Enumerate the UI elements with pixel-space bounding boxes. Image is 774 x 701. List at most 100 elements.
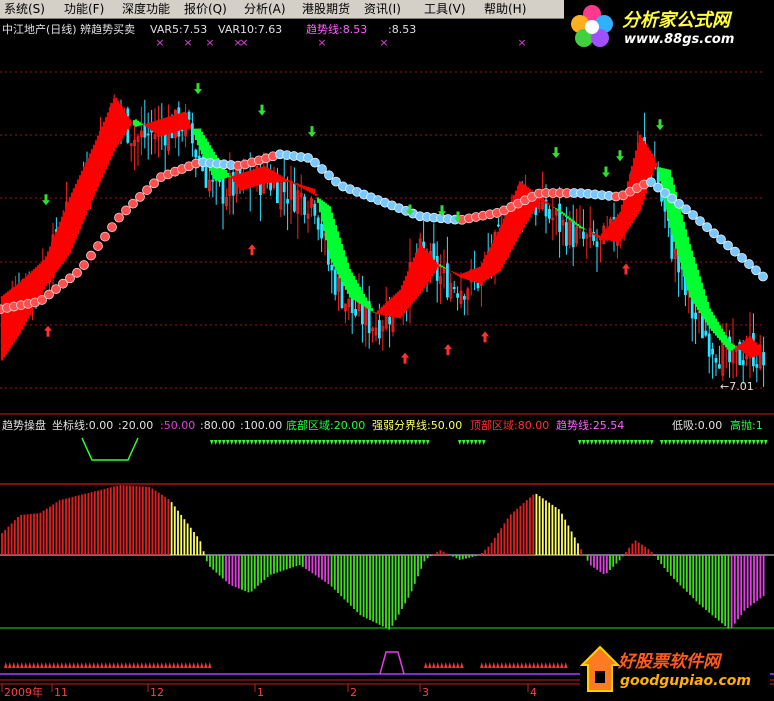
candle-body xyxy=(456,293,460,298)
trend-ball xyxy=(149,178,159,189)
top-mark: × xyxy=(155,36,164,49)
candle-body xyxy=(558,203,561,232)
candle-body xyxy=(714,358,718,363)
buy-signal-icon xyxy=(552,662,556,668)
candle-body xyxy=(146,133,150,136)
trend-ball xyxy=(114,212,124,223)
sell-signal-icon xyxy=(688,440,692,445)
trend-ball xyxy=(317,164,327,174)
trend-ball xyxy=(107,222,117,233)
sell-signal-icon xyxy=(622,440,626,445)
buy-signal-icon xyxy=(12,662,16,668)
buy-signal-icon xyxy=(132,662,136,668)
sell-signal-icon xyxy=(458,440,462,445)
trend-ball xyxy=(324,170,334,181)
buy-signal-icon xyxy=(444,662,448,668)
buy-signal-icon xyxy=(488,662,492,668)
trend-ball xyxy=(100,231,110,242)
buy-signal-icon xyxy=(112,662,116,668)
buy-signal-icon xyxy=(100,662,104,668)
buy-signal-icon xyxy=(424,662,428,668)
sell-signal-icon xyxy=(354,440,358,445)
sell-signal-icon xyxy=(704,440,708,445)
candle-body xyxy=(711,348,714,355)
logo2-url: goodgupiao.com xyxy=(620,673,751,689)
trend-ball xyxy=(758,271,768,282)
sell-signal-icon xyxy=(254,440,258,445)
trend-ball xyxy=(86,250,96,261)
sell-signal-icon xyxy=(634,440,638,445)
buy-signal-icon xyxy=(144,662,148,668)
buy-signal-icon xyxy=(480,662,484,668)
buy-signal-icon xyxy=(560,662,564,668)
buy-signal-icon xyxy=(28,662,32,668)
sell-signal-icon xyxy=(258,440,262,445)
main-title: 中江地产(日线) 辨趋势买卖 xyxy=(2,22,135,36)
buy-signal-icon xyxy=(60,662,64,668)
sell-signal-icon xyxy=(386,440,390,445)
sell-signal-icon xyxy=(602,440,606,445)
candle-body xyxy=(704,330,708,336)
sell-signal-icon xyxy=(414,440,418,445)
candle-body xyxy=(548,209,551,219)
sell-signal-icon xyxy=(342,440,346,445)
buy-signal-icon xyxy=(440,662,444,668)
candle-body xyxy=(462,296,466,300)
buy-signal-icon xyxy=(148,662,152,668)
axis-label: 坐标线:0.00 xyxy=(52,418,113,432)
sell-arrow-icon xyxy=(656,119,664,131)
sell-signal-icon xyxy=(598,440,602,445)
sell-signal-icon xyxy=(650,440,654,445)
buy-signal-icon xyxy=(192,662,196,668)
buy-signal-icon xyxy=(72,662,76,668)
buy-signal-icon xyxy=(36,662,40,668)
sell-signal-icon xyxy=(382,440,386,445)
sell-signal-icon xyxy=(764,440,768,445)
level-80: :80.00 xyxy=(200,419,235,432)
buy-signal-icon xyxy=(160,662,164,668)
flower-logo-icon xyxy=(571,5,613,47)
sell-signal-icon xyxy=(314,440,318,445)
buy-signal-icon xyxy=(204,662,208,668)
sell-signal-icon xyxy=(326,440,330,445)
buy-signal-icon xyxy=(564,662,568,668)
sell-signal-icon xyxy=(672,440,676,445)
sell-arrow-icon xyxy=(552,147,560,159)
buy-signal-icon xyxy=(500,662,504,668)
sell-signal-icon xyxy=(618,440,622,445)
candle-body xyxy=(303,196,307,215)
buy-arrow-icon xyxy=(44,325,52,337)
buy-signal-icon xyxy=(92,662,96,668)
buy-signal-icon xyxy=(68,662,72,668)
buy-signal-icon xyxy=(540,662,544,668)
sell-signal-icon xyxy=(756,440,760,445)
sell-signal-icon xyxy=(230,440,234,445)
logo-url: www.88gs.com xyxy=(624,32,735,47)
buy-signal-icon xyxy=(52,662,56,668)
trend2-label: :8.53 xyxy=(388,23,416,36)
buy-signal-icon xyxy=(168,662,172,668)
buy-arrow-icon xyxy=(401,352,409,364)
buy-signal-icon xyxy=(428,662,432,668)
trend-ball xyxy=(79,260,89,270)
buy-signal-icon xyxy=(492,662,496,668)
buy-signal-icon xyxy=(108,662,112,668)
buy-signal-icon xyxy=(516,662,520,668)
trend-ball xyxy=(93,241,103,251)
candle-body xyxy=(313,203,317,216)
sell-signal-icon xyxy=(712,440,716,445)
buy-signal-icon xyxy=(128,662,132,668)
sell-signal-icon xyxy=(582,440,586,445)
candle-body xyxy=(330,264,334,271)
candle-body xyxy=(595,241,599,247)
sell-signal-icon xyxy=(222,440,226,445)
sell-signal-icon xyxy=(720,440,724,445)
buy-signal-icon xyxy=(176,662,180,668)
sell-signal-icon xyxy=(402,440,406,445)
buy-signal-icon xyxy=(24,662,28,668)
var5-label: VAR5:7.53 xyxy=(150,23,207,36)
sell-signal-icon xyxy=(642,440,646,445)
sell-signal-icon xyxy=(322,440,326,445)
sell-signal-icon xyxy=(466,440,470,445)
buy-signal-icon xyxy=(184,662,188,668)
